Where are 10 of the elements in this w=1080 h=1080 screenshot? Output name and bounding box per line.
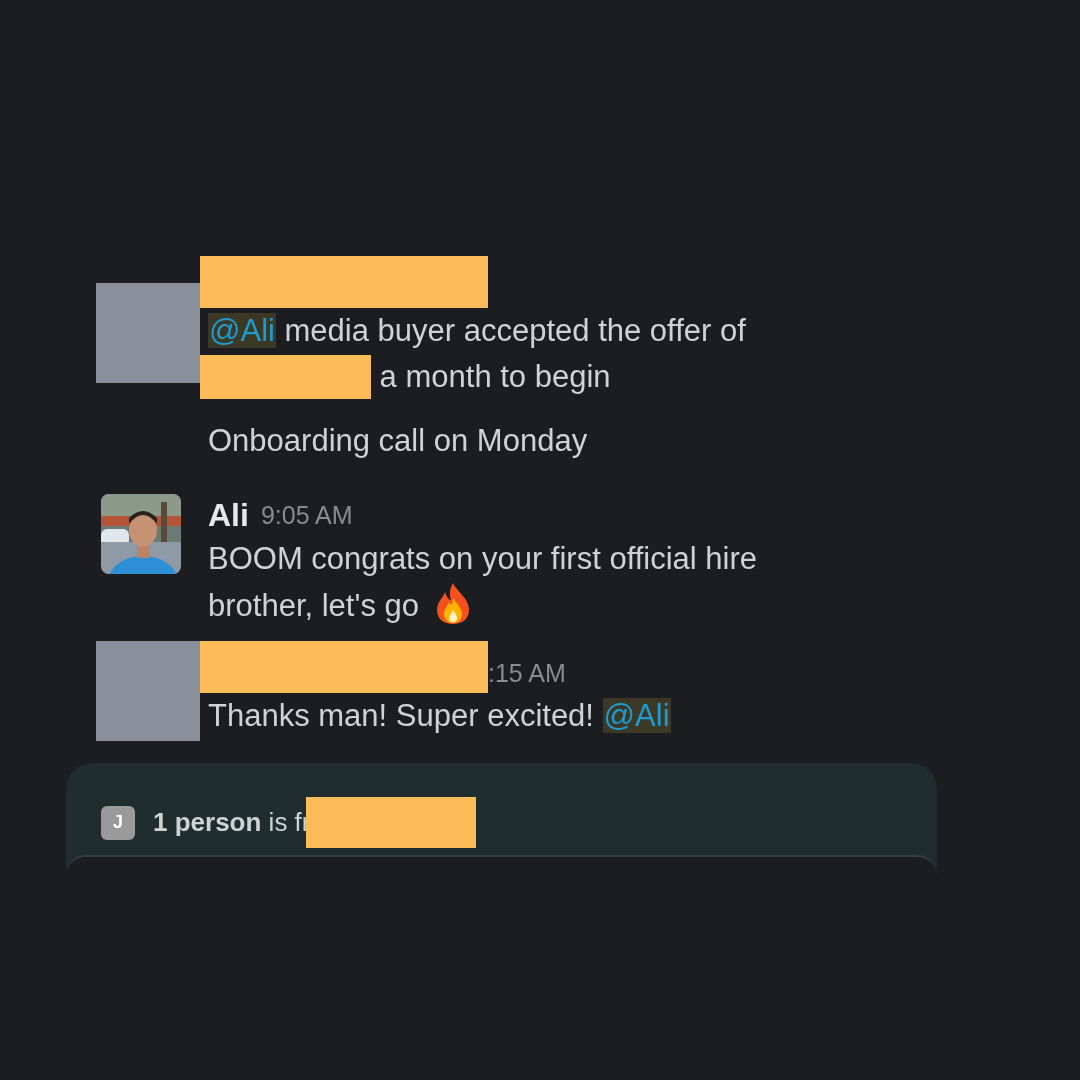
sender-name[interactable]: Ali xyxy=(200,496,249,534)
message-time: :15 AM xyxy=(488,657,566,688)
mention-link[interactable]: @Ali xyxy=(208,313,276,348)
message-text: Thanks man! Super excited! @Ali xyxy=(207,697,672,735)
message-text: Onboarding call on Monday xyxy=(207,422,589,460)
user-badge: J xyxy=(101,805,135,840)
mention-link[interactable]: @Ali xyxy=(602,698,671,733)
message-text: BOOM congrats on your first official hire brother, let's go xyxy=(207,540,759,626)
message-text: @Ali media buyer accepted the offer of a month to begin xyxy=(200,308,828,400)
message-time: 9:05 AM xyxy=(260,500,353,530)
